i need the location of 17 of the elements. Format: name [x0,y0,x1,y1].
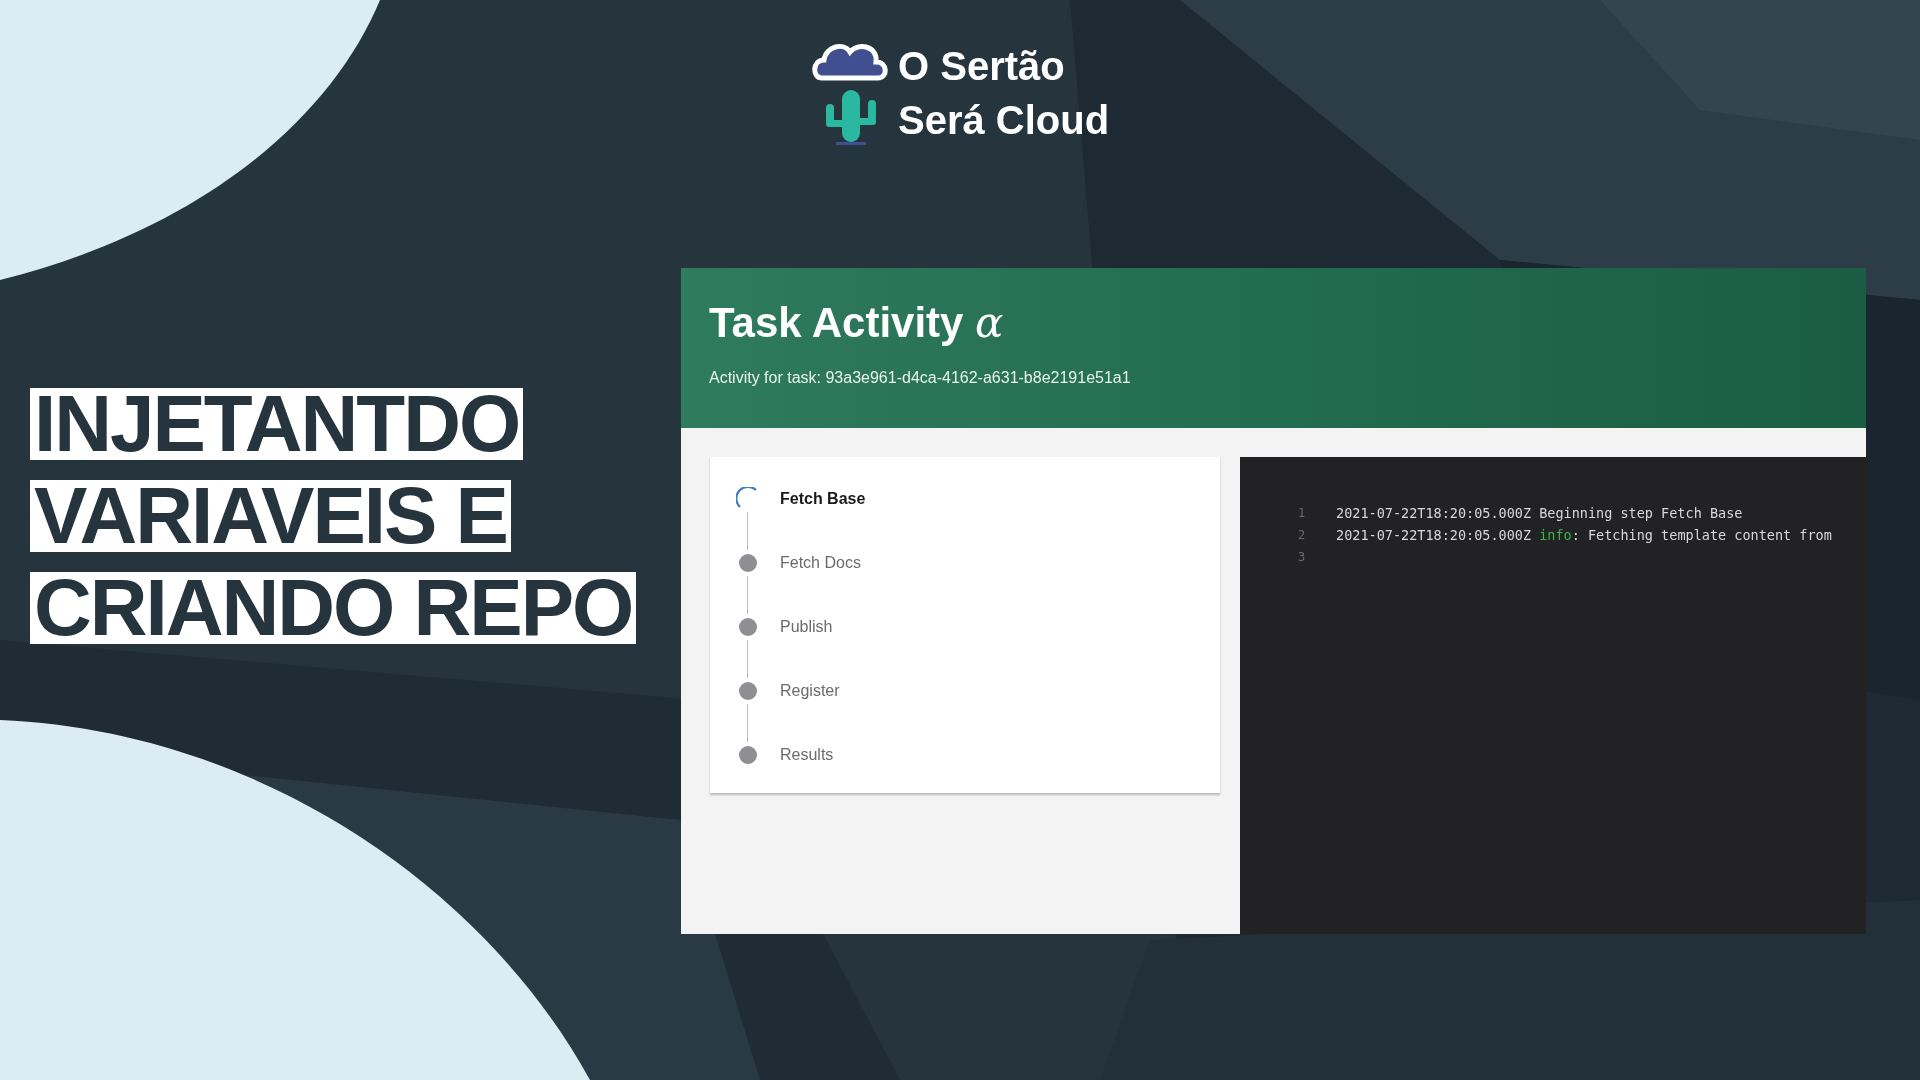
log-line: 2021-07-22T18:20:05.000Z Beginning step Fetch Base [1336,503,1743,523]
headline-text: VARIAVEIS E [30,480,511,552]
page-title: Task Activity α [709,302,1005,344]
line-number: 3 [1297,549,1307,566]
task-id-subtitle: Activity for task: 93a3e961-d4ca-4162-a631-b8e2191e51a1 [709,368,1132,388]
brand-name: Será Cloud [898,97,1110,144]
step-label: Fetch Base [780,489,866,509]
step-label: Fetch Docs [780,553,861,573]
step-label: Publish [780,617,833,637]
brand-name: O Sertão [898,43,1066,90]
step-label: Results [780,745,834,765]
line-number: 1 [1297,505,1307,522]
log-line: 2021-07-22T18:20:05.000Z info: Fetching template content from [1336,525,1832,545]
step-label: Register [780,681,840,701]
headline-text: INJETANTDO [30,388,524,460]
headline-text: CRIANDO REPO [30,572,637,644]
line-number: 2 [1297,527,1307,544]
